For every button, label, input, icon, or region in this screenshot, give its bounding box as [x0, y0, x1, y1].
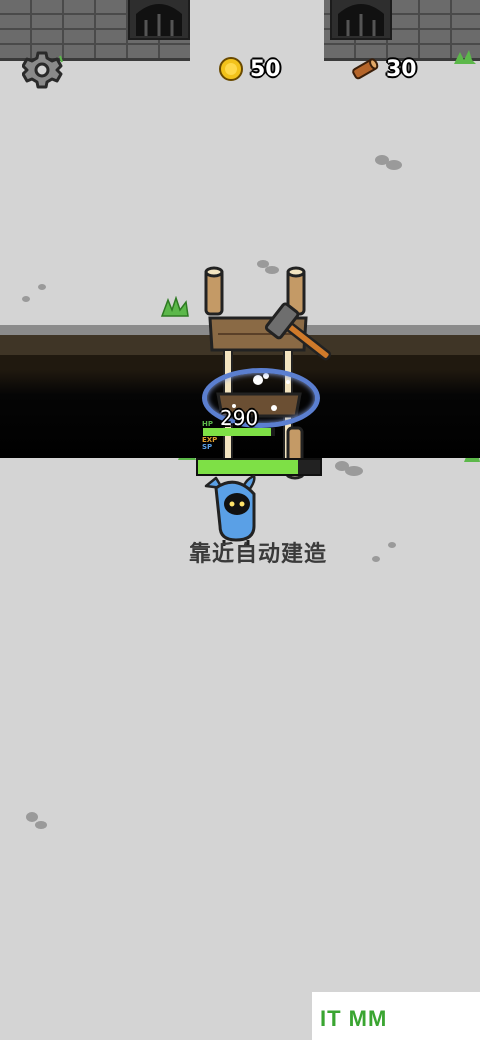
hp-bar [203, 428, 275, 436]
rock-icon [22, 284, 46, 302]
wood-count: 30 [386, 56, 417, 82]
wood-counter: 30 [350, 56, 417, 82]
build-progress-fill [198, 460, 299, 474]
gate-icon [128, 0, 190, 40]
watermark-text: IT MM [320, 1006, 388, 1031]
watermark: IT MM [312, 992, 480, 1040]
settings-gear-icon[interactable] [21, 48, 66, 92]
rock-icon [375, 155, 402, 170]
rock-icon [26, 812, 47, 829]
coin-counter: 50 [218, 56, 281, 82]
coin-count: 50 [250, 56, 281, 82]
hp-bar-fill [203, 428, 272, 436]
hp-value: 290 [220, 406, 259, 430]
sp-label: SP [202, 443, 213, 451]
log-icon [352, 58, 379, 80]
grass-icon [454, 50, 476, 64]
hp-label: HP [202, 420, 213, 428]
coin-icon [219, 57, 243, 81]
auto-build-hint: 靠近自动建造 [188, 542, 327, 567]
gate-icon [330, 0, 392, 40]
grass-icon [160, 296, 189, 317]
